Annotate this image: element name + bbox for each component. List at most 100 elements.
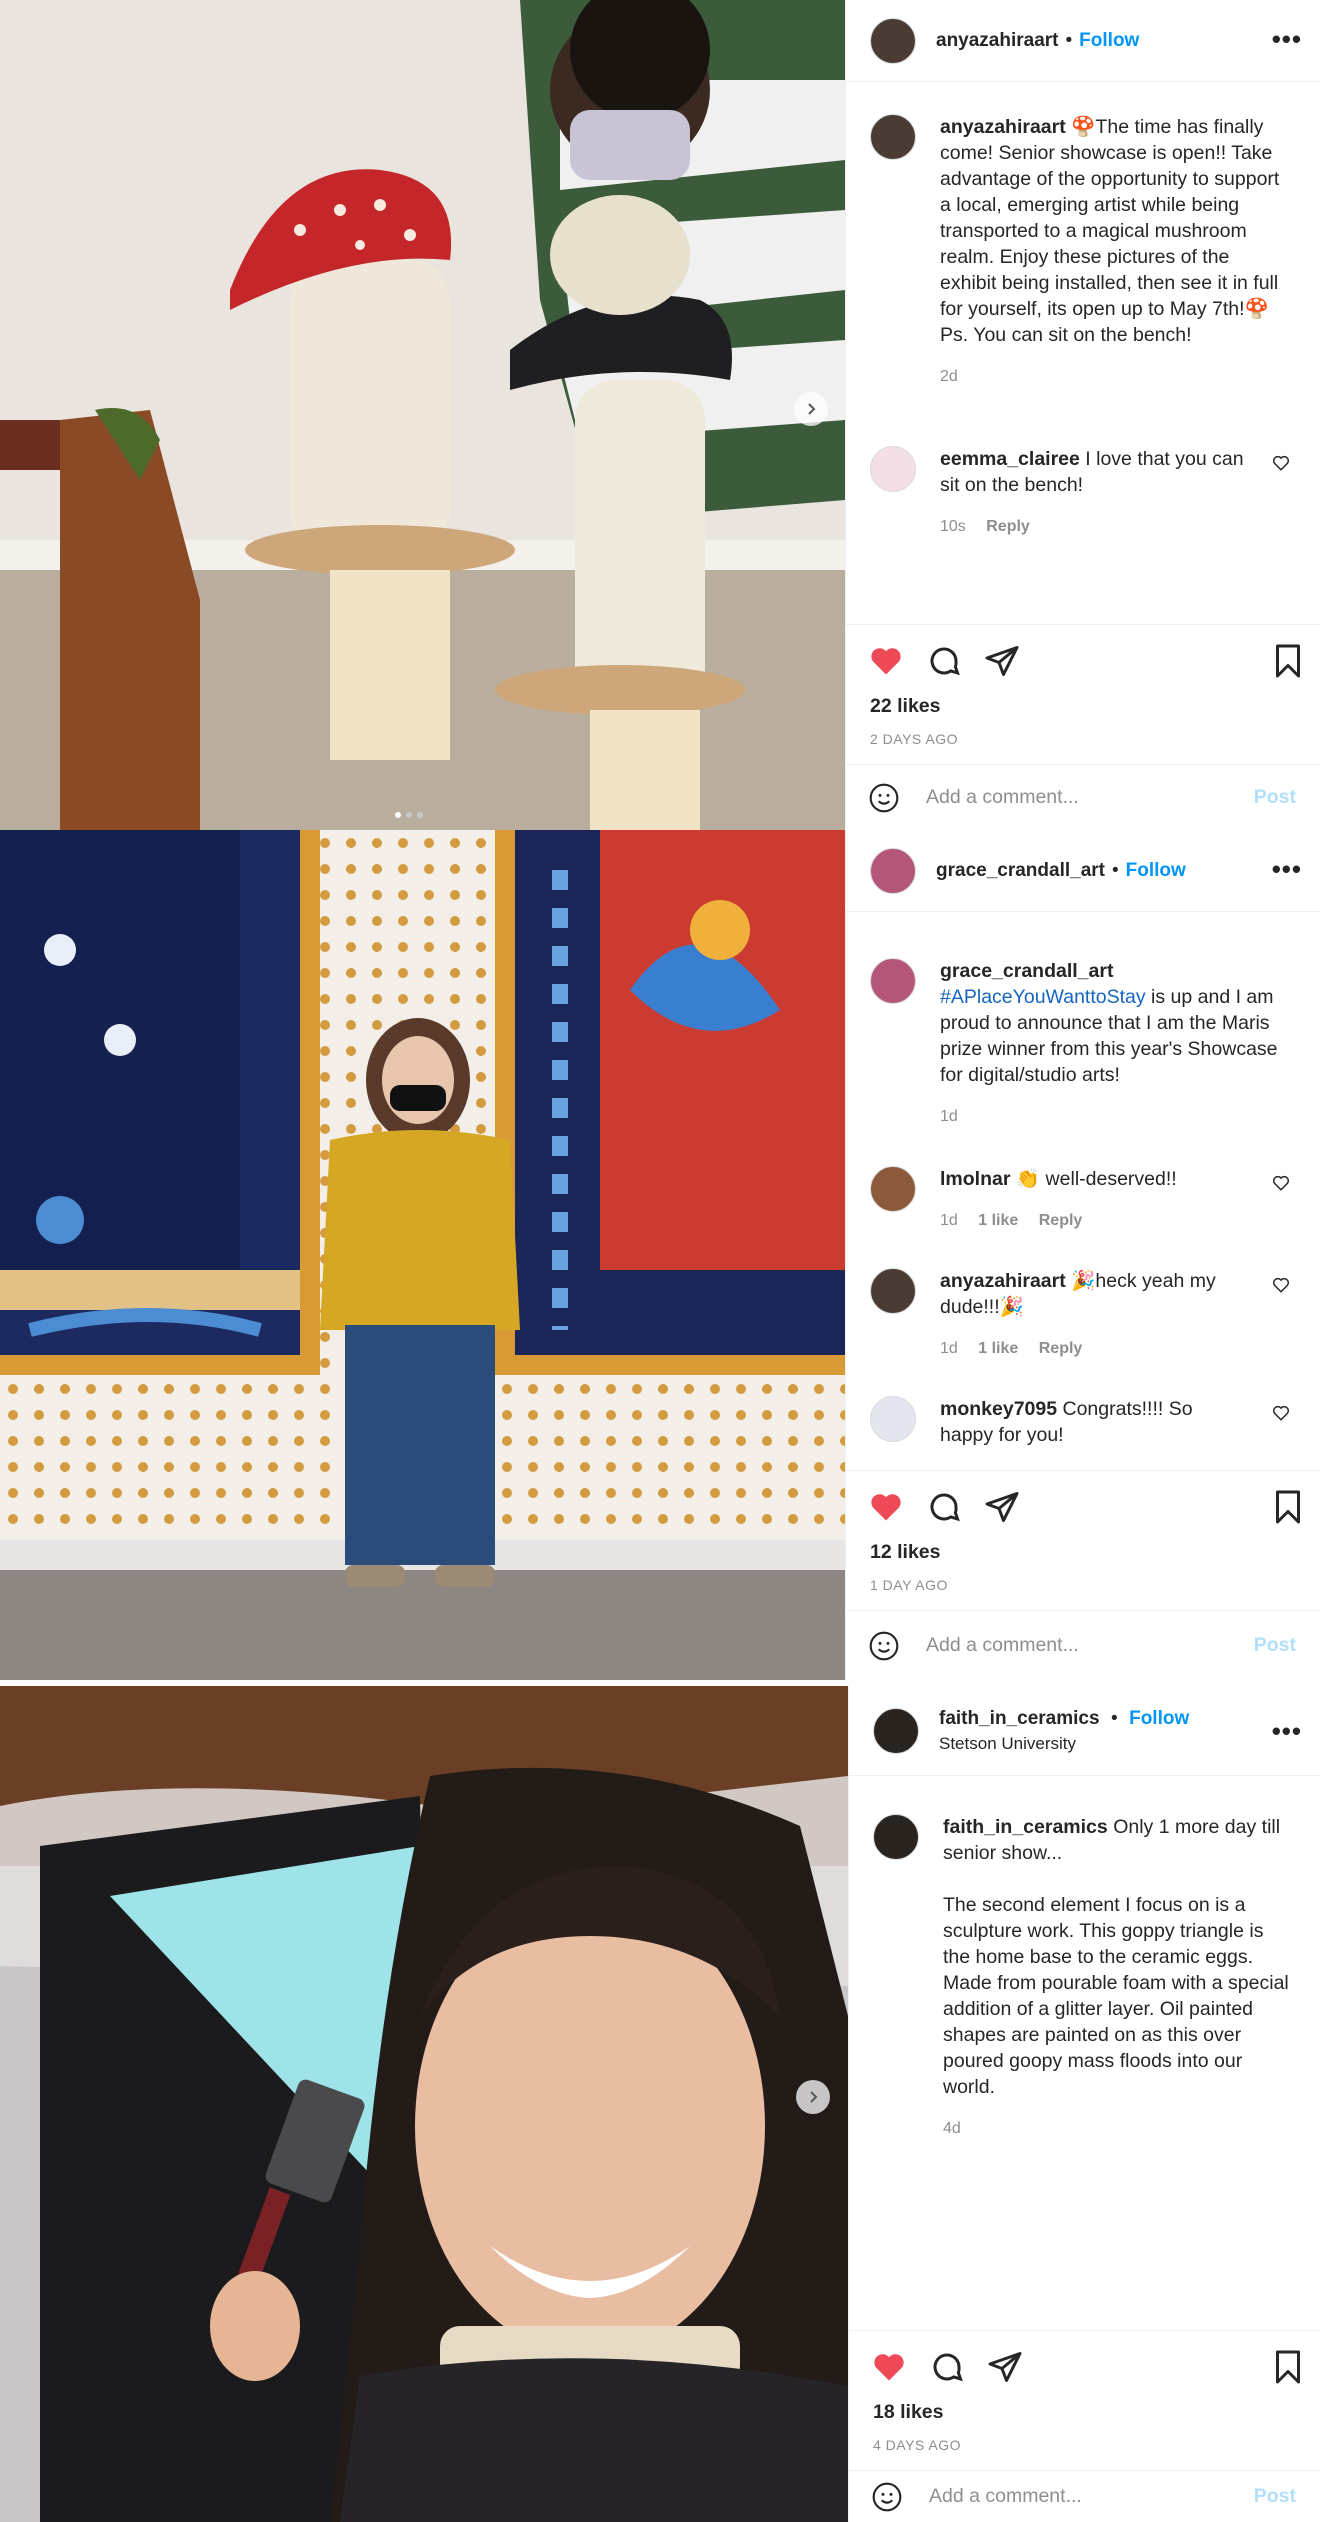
likes-count[interactable]: 18 likes xyxy=(873,2401,943,2424)
post-comment-button[interactable]: Post xyxy=(1254,2481,1296,2508)
avatar[interactable] xyxy=(873,1814,919,1860)
caption-time[interactable]: 1d xyxy=(940,1108,958,1125)
comment-icon[interactable] xyxy=(926,643,962,679)
comment-likes[interactable]: 1 like xyxy=(978,1212,1018,1229)
post-photo-selfie[interactable] xyxy=(0,1686,848,2522)
comment-username[interactable]: anyazahiraart xyxy=(940,1270,1066,1292)
comment-item: lmolnar 👏 well-deserved!! 1d 1 like Repl… xyxy=(870,1166,1290,1234)
share-icon[interactable] xyxy=(984,643,1020,679)
post-actions: 22 likes 2 DAYS AGO xyxy=(846,624,1320,764)
post-header: grace_crandall_art • Follow ••• xyxy=(846,830,1320,912)
comment-username[interactable]: eemma_clairee xyxy=(940,448,1080,470)
comment-likes[interactable]: 1 like xyxy=(978,1340,1018,1357)
comment-input[interactable]: Add a comment... xyxy=(926,786,1254,809)
post-actions: 18 likes 4 DAYS AGO xyxy=(849,2330,1320,2470)
follow-button[interactable]: Follow xyxy=(1129,1708,1189,1729)
comment-icon[interactable] xyxy=(929,2349,965,2385)
avatar[interactable] xyxy=(870,1166,916,1212)
heart-icon[interactable] xyxy=(871,2349,907,2385)
post-photo-mushrooms[interactable] xyxy=(0,0,845,830)
avatar[interactable] xyxy=(870,17,916,64)
more-icon[interactable]: ••• xyxy=(1272,24,1302,55)
post-3: faith_in_ceramics • Follow Stetson Unive… xyxy=(0,1686,1320,2522)
comment-username[interactable]: monkey7095 xyxy=(940,1398,1057,1420)
username-link[interactable]: faith_in_ceramics xyxy=(939,1708,1100,1729)
like-comment-heart-icon[interactable] xyxy=(1272,454,1290,472)
username-link[interactable]: anyazahiraart xyxy=(936,30,1059,52)
comment-input[interactable]: Add a comment... xyxy=(926,1634,1254,1657)
comment-time[interactable]: 1d xyxy=(940,1212,958,1229)
next-arrow-icon xyxy=(810,2091,818,2103)
like-comment-heart-icon[interactable] xyxy=(1272,1174,1290,1192)
likes-count[interactable]: 22 likes xyxy=(870,695,940,718)
like-comment-heart-icon[interactable] xyxy=(1272,1404,1290,1422)
add-comment-bar: Add a comment... Post xyxy=(846,1610,1320,1680)
caption-username[interactable]: anyazahiraart xyxy=(940,116,1066,138)
comment-input[interactable]: Add a comment... xyxy=(929,2481,1254,2508)
comment-time[interactable]: 1d xyxy=(940,1340,958,1357)
post-sidebar: anyazahiraart • Follow ••• anyazahiraart… xyxy=(845,0,1320,830)
share-icon[interactable] xyxy=(984,1489,1020,1525)
smiley-icon[interactable] xyxy=(868,1630,900,1662)
hashtag-link[interactable]: #APlaceYouWanttoStay xyxy=(940,986,1146,1008)
post-time[interactable]: 4 DAYS AGO xyxy=(873,2437,961,2453)
avatar[interactable] xyxy=(870,958,916,1004)
next-photo-button[interactable] xyxy=(796,2080,830,2114)
location-link[interactable]: Stetson University xyxy=(939,1734,1189,1754)
caption-text-2: Ps. You can sit on the bench! xyxy=(940,324,1192,346)
avatar[interactable] xyxy=(873,1707,919,1754)
share-icon[interactable] xyxy=(987,2349,1023,2385)
artist-selfie-image xyxy=(0,1686,848,2522)
bookmark-icon[interactable] xyxy=(1270,1489,1306,1525)
comment-username[interactable]: lmolnar xyxy=(940,1168,1010,1190)
caption-username[interactable]: grace_crandall_art xyxy=(940,960,1113,982)
reply-button[interactable]: Reply xyxy=(986,518,1030,535)
more-icon[interactable]: ••• xyxy=(1272,854,1302,885)
follow-button[interactable]: Follow xyxy=(1126,860,1186,882)
comment-time[interactable]: 10s xyxy=(940,518,966,535)
post-time[interactable]: 2 DAYS AGO xyxy=(870,731,958,747)
reply-button[interactable]: Reply xyxy=(1039,1212,1083,1229)
separator-dot: • xyxy=(1112,859,1119,881)
next-photo-button[interactable] xyxy=(794,392,828,426)
caption-text-2: The second element I focus on is a sculp… xyxy=(943,1894,1289,2098)
smiley-icon[interactable] xyxy=(871,2481,903,2513)
reply-button[interactable]: Reply xyxy=(1039,1340,1083,1357)
username-link[interactable]: grace_crandall_art xyxy=(936,860,1105,882)
like-comment-heart-icon[interactable] xyxy=(1272,1276,1290,1294)
caption-username[interactable]: faith_in_ceramics xyxy=(943,1816,1108,1838)
mushroom-exhibit-image xyxy=(0,0,845,830)
post-comment-button[interactable]: Post xyxy=(1254,786,1296,809)
smiley-icon[interactable] xyxy=(868,782,900,814)
post-comment-button[interactable]: Post xyxy=(1254,1634,1296,1657)
caption-text: 🍄The time has finally come! Senior showc… xyxy=(940,116,1280,320)
bookmark-icon[interactable] xyxy=(1270,643,1306,679)
heart-icon[interactable] xyxy=(868,1489,904,1525)
comment-item: monkey7095 Congrats!!!! So happy for you… xyxy=(870,1396,1290,1448)
caption: grace_crandall_art #APlaceYouWanttoStay … xyxy=(870,958,1290,1130)
avatar[interactable] xyxy=(870,847,916,894)
avatar[interactable] xyxy=(870,1268,916,1314)
post-time[interactable]: 1 DAY AGO xyxy=(870,1577,948,1593)
caption-time[interactable]: 4d xyxy=(943,2120,961,2137)
avatar[interactable] xyxy=(870,114,916,160)
more-icon[interactable]: ••• xyxy=(1272,1716,1302,1747)
avatar[interactable] xyxy=(870,446,916,492)
caption: faith_in_ceramics Only 1 more day till s… xyxy=(873,1814,1290,2142)
comment-text: 👏 well-deserved!! xyxy=(1015,1168,1177,1190)
separator-dot: • xyxy=(1065,29,1073,51)
avatar[interactable] xyxy=(870,1396,916,1442)
bookmark-icon[interactable] xyxy=(1270,2349,1306,2385)
post-photo-artwork[interactable] xyxy=(0,830,845,1680)
likes-count[interactable]: 12 likes xyxy=(870,1541,940,1564)
post-actions: 12 likes 1 DAY AGO xyxy=(846,1470,1320,1610)
heart-icon[interactable] xyxy=(868,643,904,679)
caption-time[interactable]: 2d xyxy=(940,368,958,385)
post-2: grace_crandall_art • Follow ••• grace_cr… xyxy=(0,830,1320,1680)
comment-item: anyazahiraart 🎉heck yeah my dude!!!🎉 1d … xyxy=(870,1268,1290,1362)
carousel-indicator xyxy=(395,812,423,818)
follow-button[interactable]: Follow xyxy=(1079,30,1139,52)
comment-icon[interactable] xyxy=(926,1489,962,1525)
add-comment-bar: Add a comment... Post xyxy=(846,764,1320,830)
post-header: faith_in_ceramics • Follow Stetson Unive… xyxy=(849,1686,1320,1776)
